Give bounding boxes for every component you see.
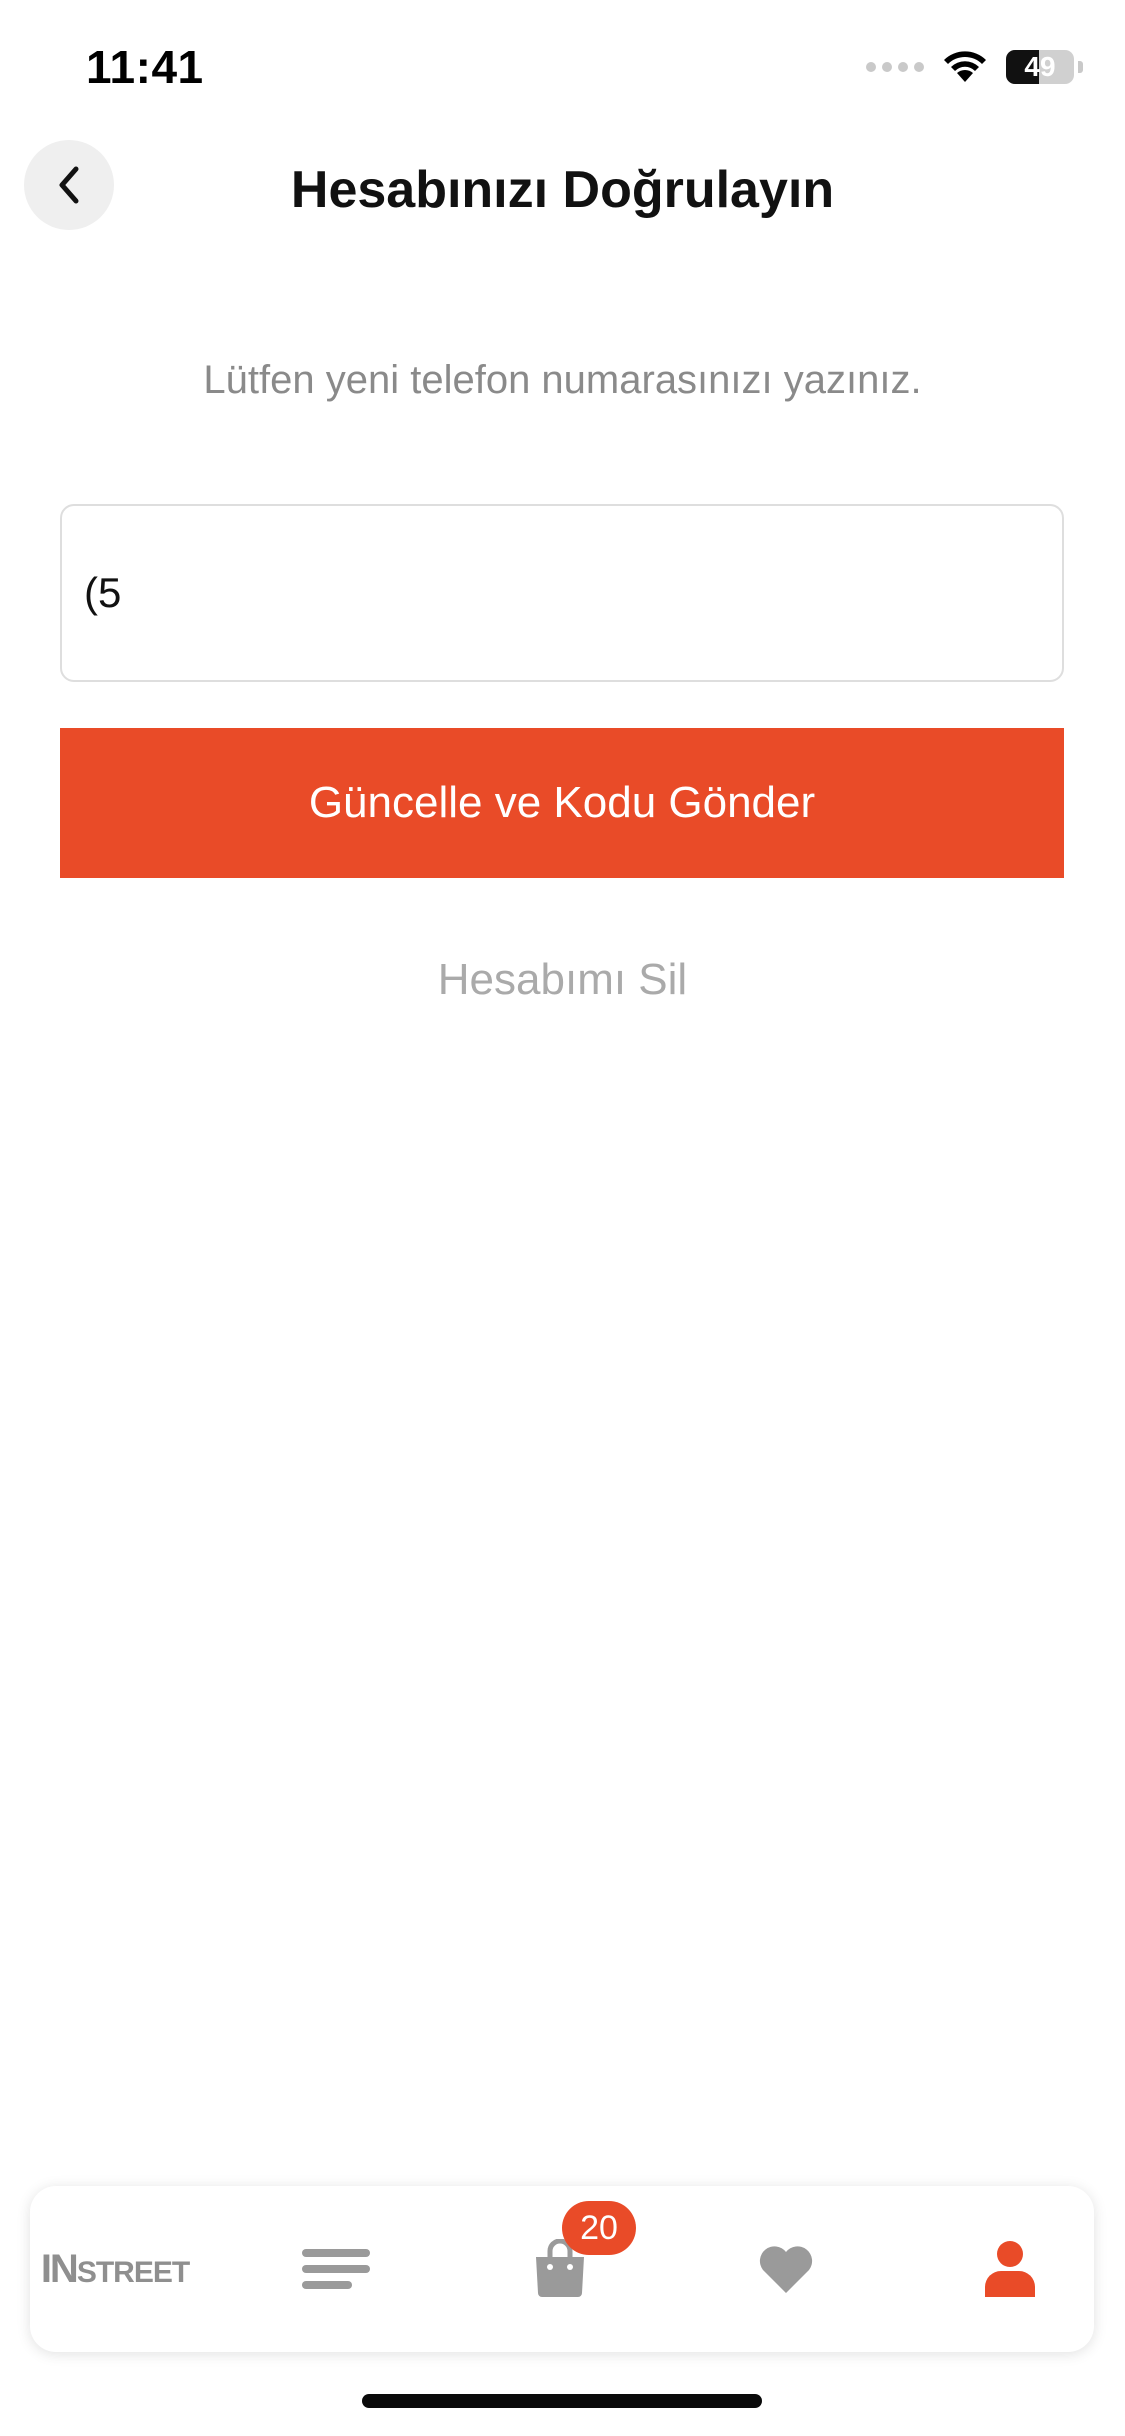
status-time: 11:41: [86, 41, 204, 93]
instreet-logo: INSTREET: [40, 2246, 190, 2292]
tab-favorites[interactable]: [696, 2186, 876, 2352]
instruction-text: Lütfen yeni telefon numarasınızı yazınız…: [203, 358, 922, 402]
logo-suffix: STREET: [76, 2255, 190, 2289]
menu-icon: [302, 2249, 370, 2289]
page-title: Hesabınızı Doğrulayın: [290, 161, 835, 219]
bottom-tab-bar: INSTREET 20: [30, 2186, 1094, 2352]
cellular-signal-icon: [866, 62, 924, 72]
delete-account-link[interactable]: Hesabımı Sil: [0, 955, 1125, 1005]
battery-icon: 49: [1006, 50, 1074, 84]
tab-menu[interactable]: [246, 2186, 426, 2352]
battery-cap: [1078, 61, 1083, 73]
wifi-icon: [942, 50, 988, 84]
phone-number-input[interactable]: [60, 504, 1064, 682]
tab-profile[interactable]: [920, 2186, 1100, 2352]
cart-count-badge: 20: [562, 2201, 636, 2255]
home-indicator: [362, 2394, 762, 2408]
user-icon: [985, 2241, 1035, 2297]
status-bar: 11:41 49: [0, 0, 1125, 140]
tab-home[interactable]: INSTREET: [30, 2186, 200, 2352]
tab-cart[interactable]: 20: [470, 2186, 650, 2352]
heart-icon: [759, 2246, 813, 2293]
logo-prefix: IN: [40, 2246, 79, 2291]
status-icons: 49: [866, 50, 1083, 84]
update-and-send-code-button[interactable]: Güncelle ve Kodu Gönder: [60, 728, 1064, 878]
battery-level: 49: [1024, 51, 1056, 82]
cart-icon-wrap: 20: [532, 2201, 636, 2299]
